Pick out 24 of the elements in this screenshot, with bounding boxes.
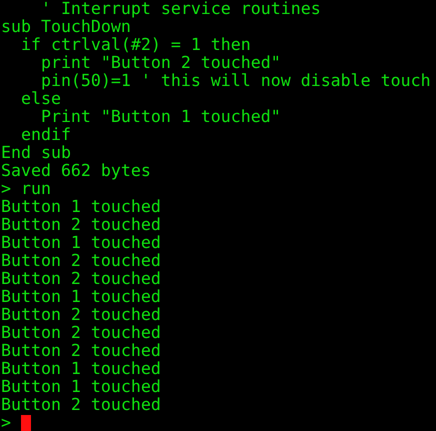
terminal-line: ' Interrupt service routines	[40, 0, 321, 18]
terminal-line: Button 2 touched	[1, 396, 161, 414]
terminal-line: Button 1 touched	[1, 378, 161, 396]
terminal-line: Button 2 touched	[1, 324, 161, 342]
prompt: >	[1, 414, 11, 431]
terminal-line: Button 1 touched	[1, 234, 161, 252]
terminal-line: else	[20, 90, 61, 108]
terminal-line: > run	[1, 180, 51, 198]
terminal-line: sub TouchDown	[1, 18, 131, 36]
terminal-line: Print "Button 1 touched"	[40, 108, 281, 126]
terminal-line: Button 2 touched	[1, 252, 161, 270]
terminal-line: endif	[20, 126, 71, 144]
terminal-line: Saved 662 bytes	[1, 162, 151, 180]
terminal-line: if ctrlval(#2) = 1 then	[20, 36, 251, 54]
terminal-line: Button 2 touched	[1, 216, 161, 234]
terminal-line: print "Button 2 touched"	[40, 54, 281, 72]
terminal-line: Button 1 touched	[1, 198, 161, 216]
terminal-line: Button 1 touched	[1, 288, 161, 306]
terminal-line: End sub	[1, 144, 71, 162]
terminal-line: Button 1 touched	[1, 360, 161, 378]
terminal-line: Button 2 touched	[1, 306, 161, 324]
terminal-line: Button 2 touched	[1, 342, 161, 360]
terminal-line: pin(50)=1 ' this will now disable touch	[40, 72, 431, 90]
terminal-line: Button 2 touched	[1, 270, 161, 288]
